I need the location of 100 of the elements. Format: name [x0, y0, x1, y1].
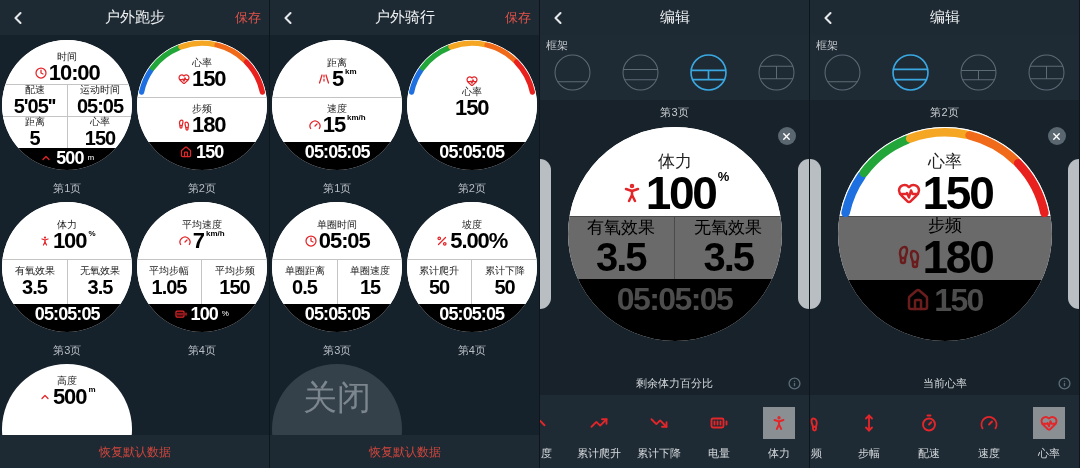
unit-label: m: [88, 386, 96, 394]
metric-label: 心率: [90, 117, 110, 127]
footer-value: 05:05:05: [439, 143, 505, 161]
close-icon: [1051, 130, 1062, 142]
side-watch-face[interactable]: [540, 159, 551, 309]
house-icon: [906, 288, 931, 312]
metric-label: 高度: [57, 376, 78, 386]
metric-value: 15: [322, 113, 346, 136]
metric-value: 5.00%: [450, 230, 508, 253]
data-field-item[interactable]: 电量: [689, 395, 749, 468]
page-label: 第1页: [53, 181, 82, 196]
close-button[interactable]: [777, 127, 796, 145]
close-button[interactable]: [1047, 127, 1066, 145]
frame-option[interactable]: [758, 54, 795, 91]
metric-value: 150: [192, 68, 226, 91]
watch-face[interactable]: 时间 10:00 配速 5'05'' 运动时间 05:05 距离 5 心率 150 500 m: [2, 40, 133, 170]
field-description: 当前心率: [922, 375, 967, 391]
data-field-item[interactable]: 体力: [749, 395, 809, 468]
watch-face[interactable]: 坡度 5.00% 累计爬升 50 累计下降 50 05:05:05: [406, 202, 537, 332]
screen-title: 户外骑行: [374, 7, 435, 28]
watch-face[interactable]: 单圈时间 05:05 单圈距离 0.5 单圈速度 15 05:05:05: [272, 202, 403, 332]
footprints-icon: [896, 245, 921, 269]
metric-value: 150: [219, 277, 250, 298]
info-icon[interactable]: [1058, 376, 1071, 390]
data-field-item[interactable]: 累计下降: [629, 395, 689, 468]
data-field-item[interactable]: 频: [810, 395, 839, 468]
unit-label: %: [717, 170, 730, 183]
metric-label: 无氧效果: [80, 266, 120, 277]
metric-value: 3.5: [595, 237, 646, 277]
metric-label: 累计爬升: [419, 266, 459, 277]
metric-value: 3.5: [87, 277, 113, 298]
metric-value: 15: [359, 277, 381, 298]
watch-face[interactable]: 心率 150 步频 180 150: [136, 40, 267, 170]
page-label: 第3页: [53, 343, 82, 358]
metric-value: 1.05: [151, 277, 187, 298]
gauge-icon: [308, 118, 321, 131]
stopwatch-icon: [920, 414, 938, 432]
metric-label: 单圈距离: [284, 266, 325, 277]
data-field-item[interactable]: 累计爬升: [569, 395, 629, 468]
metric-label: 有氧效果: [586, 219, 655, 236]
watch-face[interactable]: 体力 100% 有氧效果 3.5 无氧效果 3.5 05:05:05: [567, 127, 782, 341]
metric-value: 150: [922, 170, 993, 216]
metric-label: 单圈速度: [350, 266, 390, 277]
footer-value: 05:05:05: [616, 283, 733, 315]
unit-label: %: [88, 230, 96, 239]
metric-label: 坡度: [461, 220, 482, 231]
watch-face[interactable]: 心率 150 步频 180 150: [837, 127, 1052, 341]
watch-face[interactable]: 心率 150 05:05:05: [406, 40, 537, 170]
frame-option[interactable]: [1028, 54, 1065, 91]
side-watch-face[interactable]: [1068, 159, 1079, 309]
page-label: 第2页: [930, 106, 959, 119]
percent-icon: [436, 235, 449, 248]
section-label: 框架: [815, 38, 839, 51]
metric-label: 心率: [927, 153, 962, 170]
side-watch-face[interactable]: [798, 159, 809, 309]
metric-label: 距离: [327, 58, 348, 69]
page-label: 第3页: [323, 343, 352, 358]
metric-label: 步频: [191, 103, 212, 114]
footer-value: 150: [934, 284, 983, 316]
off-label: 关闭: [303, 380, 372, 418]
metric-value: 180: [922, 234, 993, 280]
watch-face[interactable]: 体力 100% 有氧效果 3.5 无氧效果 3.5 05:05:05: [2, 202, 133, 332]
metric-label: 心率: [191, 58, 212, 69]
data-field-item[interactable]: 速度: [959, 395, 1019, 468]
data-field-item[interactable]: 步幅: [839, 395, 899, 468]
data-field-item[interactable]: 心率: [1019, 395, 1079, 468]
heart-pulse-icon: [896, 181, 921, 205]
screen-title: 户外跑步: [104, 7, 165, 28]
metric-value: 7: [192, 230, 204, 253]
frame-option[interactable]: [622, 54, 659, 91]
metric-label: 体力: [657, 153, 692, 170]
metric-value: 05:05: [318, 230, 370, 253]
metric-value: 50: [494, 277, 515, 298]
data-field-item[interactable]: 配速: [899, 395, 959, 468]
section-label: 框架: [545, 38, 569, 51]
footer-value: 150: [196, 143, 224, 161]
metric-label: 配速: [24, 85, 45, 95]
metric-label: 平均步频: [214, 266, 255, 277]
save-button[interactable]: 保存: [505, 7, 531, 28]
metric-label: 运动时间: [80, 85, 120, 95]
frame-option[interactable]: [892, 54, 929, 91]
unit-label: km/h: [206, 230, 225, 239]
page-label: 第3页: [660, 106, 689, 119]
metric-label: 有氧效果: [14, 266, 55, 277]
unit-label: km/h: [347, 113, 366, 122]
frame-option[interactable]: [690, 54, 727, 91]
metric-value: 5: [331, 68, 344, 91]
close-icon: [781, 130, 792, 142]
frame-option[interactable]: [960, 54, 997, 91]
heart-pulse-icon: [1040, 414, 1058, 432]
metric-value: 3.5: [22, 277, 47, 298]
heart-pulse-icon: [178, 73, 191, 86]
metric-label: 体力: [57, 220, 78, 231]
side-watch-face[interactable]: [810, 159, 821, 309]
metric-label: 累计下降: [484, 266, 525, 277]
info-icon[interactable]: [788, 376, 801, 390]
data-field-item[interactable]: 度: [540, 395, 569, 468]
metric-label: 速度: [327, 103, 348, 114]
house-icon: [180, 146, 193, 158]
save-button[interactable]: 保存: [235, 7, 261, 28]
